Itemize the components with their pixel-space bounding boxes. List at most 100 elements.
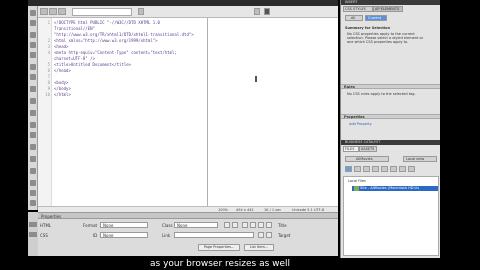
insert-header-label: INSERT (345, 0, 358, 4)
outdent-button[interactable] (258, 222, 264, 228)
code-text: "http://www.w3.org/TR/xhtml1/DTD/xhtml1-… (54, 32, 194, 37)
bold-button[interactable] (224, 222, 230, 228)
highlight-invalid-code-icon[interactable] (30, 98, 36, 104)
collapse-tag-icon[interactable] (30, 32, 36, 38)
point-to-file-icon[interactable] (258, 232, 264, 238)
class-label: Class (162, 223, 173, 228)
code-text: Transitional//EN" (54, 26, 95, 31)
file-tree[interactable]: Local Files Site - AllMovies (Macintosh … (343, 176, 439, 256)
css-label[interactable]: CSS (40, 233, 48, 238)
remove-comment-icon[interactable] (30, 132, 36, 138)
rules-text: No CSS rules apply to the selected tag. (347, 92, 416, 96)
move-css-icon[interactable] (30, 168, 36, 174)
rules-section-header[interactable]: Rules (341, 84, 441, 89)
code-text: </head> (54, 68, 71, 73)
right-panel-group: INSERT CSS STYLES AP ELEMENTS All Curren… (340, 0, 441, 270)
site-value: AllMovies (356, 157, 373, 161)
line-number: 2 (47, 38, 50, 43)
right-letterbox (440, 0, 480, 270)
all-label: All (351, 16, 356, 20)
files-tab-label: FILES (345, 147, 355, 151)
all-toggle[interactable]: All (345, 15, 363, 21)
code-pane[interactable]: 1 <!DOCTYPE html PUBLIC "-//W3C//DTD XHTM… (38, 18, 208, 206)
indent-button[interactable] (266, 222, 272, 228)
site-root-row[interactable]: Site - AllMovies (Macintosh HD:Us (352, 186, 438, 191)
select-parent-tag-icon[interactable] (30, 64, 36, 70)
text-cursor (255, 76, 257, 82)
code-text: <html xmlns="http://www.w3.org/1999/xhtm… (54, 38, 158, 43)
files-tab[interactable]: FILES (343, 146, 359, 152)
css-mode-icon[interactable] (29, 232, 37, 237)
class-select[interactable]: None (174, 222, 218, 228)
design-pane[interactable] (208, 18, 338, 206)
business-catalyst-label: BUSINESS CATALYST (345, 140, 381, 144)
live-view-button[interactable] (138, 8, 144, 15)
get-files-icon[interactable] (363, 166, 370, 172)
properties-tab[interactable]: Properties (41, 214, 61, 219)
folder-icon (354, 186, 359, 191)
line-number: 4 (47, 50, 50, 55)
split-view-button[interactable] (49, 8, 57, 15)
id-select[interactable]: None (100, 232, 148, 238)
insert-panel-header[interactable]: INSERT (341, 0, 441, 5)
code-view-button[interactable] (40, 8, 48, 15)
line-number: 6 (47, 68, 50, 73)
refresh-icon[interactable] (354, 166, 361, 172)
sync-icon[interactable] (399, 166, 406, 172)
browse-folder-icon[interactable] (266, 232, 272, 238)
syntax-error-icon[interactable] (30, 110, 36, 116)
code-text: <meta http-equiv="Content-Type" content=… (54, 50, 177, 55)
expand-all-icon[interactable] (30, 52, 36, 58)
open-documents-icon[interactable] (30, 10, 36, 16)
code-text: <title>Untitled Document</title> (54, 62, 132, 67)
properties-section-title: Properties (344, 115, 365, 119)
html-mode-icon[interactable] (29, 222, 37, 227)
title-input[interactable] (72, 8, 132, 16)
id-label: ID (93, 233, 98, 238)
ordered-list-button[interactable] (250, 222, 256, 228)
format-value: None (103, 223, 114, 228)
code-text: charset=UTF-8" /> (54, 56, 95, 61)
local-files-header: Local Files (348, 179, 366, 183)
title-label: Title (278, 223, 287, 228)
view-select[interactable]: Local view (403, 156, 437, 162)
expand-icon[interactable] (408, 166, 415, 172)
indent-code-icon[interactable] (30, 180, 36, 186)
class-value: None (177, 223, 188, 228)
ap-elements-tab[interactable]: AP ELEMENTS (373, 6, 403, 12)
html-label[interactable]: HTML (40, 223, 51, 228)
line-number: 5 (47, 62, 50, 67)
put-files-icon[interactable] (372, 166, 379, 172)
wrap-tag-icon[interactable] (30, 144, 36, 150)
site-select[interactable]: AllMovies (345, 156, 389, 162)
preview-browser-icon[interactable] (264, 8, 270, 15)
collapse-selection-icon[interactable] (30, 42, 36, 48)
apply-comment-icon[interactable] (30, 122, 36, 128)
list-item-button[interactable]: List Item... (244, 244, 274, 251)
format-source-icon[interactable] (30, 200, 36, 206)
check-out-icon[interactable] (381, 166, 388, 172)
assets-tab[interactable]: ASSETS (359, 146, 377, 152)
balance-braces-icon[interactable] (30, 74, 36, 80)
add-property-link[interactable]: Add Property (349, 122, 372, 126)
design-view-button[interactable] (58, 8, 66, 15)
recent-snippets-icon[interactable] (30, 156, 36, 162)
code-line: 10 </html> (38, 92, 208, 98)
show-code-navigator-icon[interactable] (30, 20, 36, 26)
line-numbers-icon[interactable] (30, 86, 36, 92)
connect-icon[interactable] (345, 166, 352, 172)
outdent-code-icon[interactable] (30, 190, 36, 196)
unordered-list-button[interactable] (242, 222, 248, 228)
css-styles-tab[interactable]: CSS STYLES (343, 6, 373, 12)
page-properties-label: Page Properties... (203, 245, 235, 249)
rules-title: Rules (344, 85, 355, 89)
page-properties-button[interactable]: Page Properties... (198, 244, 240, 251)
business-catalyst-header[interactable]: BUSINESS CATALYST (341, 140, 441, 145)
properties-section-header[interactable]: Properties (341, 114, 441, 119)
check-in-icon[interactable] (390, 166, 397, 172)
italic-button[interactable] (232, 222, 238, 228)
current-toggle[interactable]: Current (365, 15, 387, 21)
link-input[interactable] (174, 232, 254, 238)
multiscreen-button[interactable] (254, 8, 260, 15)
format-select[interactable]: None (100, 222, 148, 228)
